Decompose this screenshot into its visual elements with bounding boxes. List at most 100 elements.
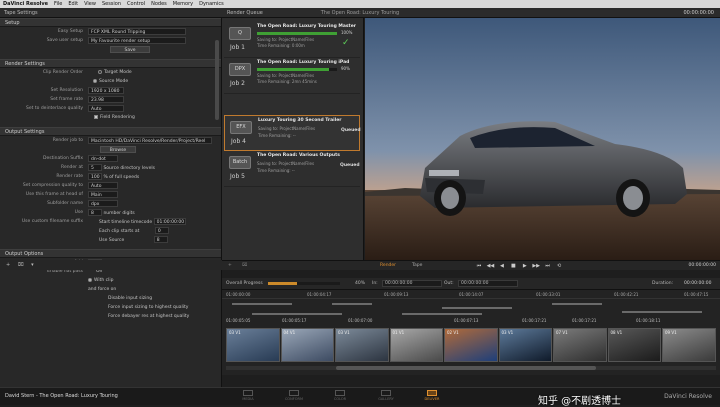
video-viewer[interactable]: [365, 18, 720, 260]
menu-item-edit[interactable]: Edit: [65, 0, 81, 8]
timeline-clip[interactable]: 03 V1: [226, 328, 280, 362]
disable-input-sizing-option[interactable]: Disable input sizing: [108, 294, 152, 303]
timeline-ruler[interactable]: 01:00:00:00 01:00:04:17 01:00:09:13 01:0…: [222, 290, 720, 299]
timeline-scrollbar[interactable]: [226, 366, 716, 370]
menu-item-nodes[interactable]: Nodes: [148, 0, 170, 8]
page-tab-media[interactable]: MEDIA: [225, 390, 271, 401]
easy-setup-label: Easy Setup: [57, 29, 83, 34]
delete-job-button[interactable]: ⌧: [18, 260, 24, 270]
frame-rate-select[interactable]: 23.98: [88, 96, 124, 103]
color-page-icon: [335, 390, 345, 396]
app-menu[interactable]: DaVinci Resolve: [0, 0, 51, 8]
menu-item-memory[interactable]: Memory: [170, 0, 196, 8]
save-button[interactable]: Save: [110, 46, 150, 53]
job-number: Job 1: [230, 44, 245, 51]
deinterlace-select[interactable]: Auto: [88, 105, 124, 112]
timeline-tracks[interactable]: 01:00:05:05 01:00:05:17 01:00:07:00 01:0…: [222, 299, 720, 327]
clip-start-timecode: 01:00:17:21: [572, 318, 597, 323]
resolution-select[interactable]: 1920 x 1080: [88, 87, 124, 94]
deliver-page-icon: [427, 390, 437, 396]
loop-icon[interactable]: ⟲: [554, 261, 564, 271]
save-setup-input[interactable]: My Favourite render setup: [88, 37, 186, 44]
target-mode-option[interactable]: Target Mode: [98, 68, 132, 77]
page-tab-conform[interactable]: CONFORM: [271, 390, 317, 401]
clip-start-timecode: 01:00:07:00: [348, 318, 373, 323]
zoom-minus-icon[interactable]: +: [228, 261, 232, 271]
ruler-timecode: 01:00:09:13: [384, 292, 409, 297]
timeline-clip[interactable]: 02 V1: [444, 328, 498, 362]
clip-order-label: Clip Render Order: [42, 70, 83, 75]
job-progress-fill: [257, 32, 337, 35]
start-tc-input[interactable]: 01:00:00:00: [153, 218, 186, 225]
add-job-button[interactable]: +: [6, 260, 10, 270]
davinci-resolve-logo: DaVinci Resolve: [664, 393, 712, 400]
checkmark-icon: ✓: [342, 38, 350, 48]
clip-label: 02 V1: [447, 330, 459, 335]
browse-button[interactable]: Browse: [100, 146, 136, 153]
in-timecode-field[interactable]: 00:00:00:00: [382, 280, 442, 287]
play-reverse-icon[interactable]: ◀: [497, 261, 507, 271]
stop-icon[interactable]: ■: [508, 261, 518, 271]
menu-item-view[interactable]: View: [81, 0, 99, 8]
timeline-clip[interactable]: 07 V1: [553, 328, 607, 362]
out-timecode-field[interactable]: 00:00:00:00: [458, 280, 518, 287]
timeline-scroll-thumb[interactable]: [336, 366, 596, 370]
go-to-end-icon[interactable]: ⏭: [543, 261, 553, 271]
page-tab-color[interactable]: COLOR: [317, 390, 363, 401]
deinterlace-label: Set to deinterlace quality: [26, 106, 83, 111]
timeline-clip[interactable]: 09 V1: [662, 328, 716, 362]
crop-icon[interactable]: ⌧: [242, 261, 247, 271]
subfolder-input[interactable]: dpx: [88, 200, 118, 207]
tab-tape[interactable]: Tape: [412, 261, 422, 271]
force-debayer-option[interactable]: Force debayer res at highest quality: [108, 312, 189, 321]
job-title: Luxury Touring 30 Second Trailer: [258, 118, 342, 123]
job-number: Job 2: [230, 80, 245, 87]
go-to-start-icon[interactable]: ⏮: [474, 261, 484, 271]
menu-item-dynamics[interactable]: Dynamics: [196, 0, 227, 8]
radio-icon: [98, 69, 102, 74]
menu-item-session[interactable]: Session: [99, 0, 124, 8]
tab-render[interactable]: Render: [380, 261, 396, 271]
frame-head-select[interactable]: Main: [88, 191, 118, 198]
use-digits-input[interactable]: 8: [88, 209, 102, 216]
force-input-sizing-option[interactable]: Force input sizing to highest quality: [108, 303, 188, 312]
timeline[interactable]: 01:00:00:00 01:00:04:17 01:00:09:13 01:0…: [222, 289, 720, 375]
render-at-input[interactable]: 5: [88, 164, 102, 171]
job-title: The Open Road: Luxury Touring iPad: [257, 60, 350, 65]
job-status: Queued: [340, 163, 360, 168]
timeline-clip[interactable]: 03 V1: [335, 328, 389, 362]
use-source-input[interactable]: 8: [153, 236, 168, 243]
output-options-header[interactable]: Output Options: [0, 249, 221, 258]
fast-forward-icon[interactable]: ▶▶: [531, 261, 541, 271]
output-settings-header[interactable]: Output Settings: [0, 127, 221, 136]
options-dropdown-button[interactable]: ▾: [31, 260, 34, 270]
render-rate-input[interactable]: 100: [88, 173, 102, 180]
source-mode-option[interactable]: Source Mode: [93, 77, 128, 86]
easy-setup-select[interactable]: FCP XML Round Tripping: [88, 28, 186, 35]
rewind-icon[interactable]: ◀◀: [485, 261, 495, 271]
timeline-clip[interactable]: 04 V1: [280, 328, 334, 362]
render-job[interactable]: Batch Job 5 The Open Road: Various Outpu…: [224, 151, 360, 187]
menu-item-file[interactable]: File: [51, 0, 65, 8]
render-settings-header[interactable]: Render Settings: [0, 59, 221, 68]
render-job-selected[interactable]: EFX Job 4 Luxury Touring 30 Second Trail…: [224, 115, 361, 151]
dest-suffix-input[interactable]: dn-dot: [88, 155, 118, 162]
render-job[interactable]: DPX Job 2 The Open Road: Luxury Touring …: [224, 58, 360, 94]
setup-header[interactable]: Setup: [0, 18, 221, 27]
play-icon[interactable]: ▶: [520, 261, 530, 271]
timeline-clip[interactable]: 01 V1: [389, 328, 443, 362]
compression-select[interactable]: Auto: [88, 182, 118, 189]
timeline-clip[interactable]: 03 V1: [498, 328, 552, 362]
field-rendering-checkbox[interactable]: Field Rendering: [94, 113, 135, 122]
with-clip-option[interactable]: With clip: [88, 276, 113, 285]
transport-bar: + ⌧ Render Tape ⏮ ◀◀ ◀ ■ ▶ ▶▶ ⏭ ⟲ 00:00:…: [222, 260, 720, 270]
page-tab-gallery[interactable]: GALLERY: [363, 390, 409, 401]
each-clip-input[interactable]: 0: [154, 227, 169, 234]
render-job-path[interactable]: Macintosh HD/DaVinci Resolve/Render/Proj…: [88, 137, 212, 144]
menu-item-control[interactable]: Control: [124, 0, 148, 8]
settings-scrollbar[interactable]: [215, 40, 219, 120]
save-setup-label: Save user setup: [46, 38, 83, 43]
render-job[interactable]: Q Job 1 The Open Road: Luxury Touring Ma…: [224, 22, 360, 58]
page-tab-deliver[interactable]: DELIVER: [409, 390, 455, 401]
timeline-clip[interactable]: 08 V1: [607, 328, 661, 362]
